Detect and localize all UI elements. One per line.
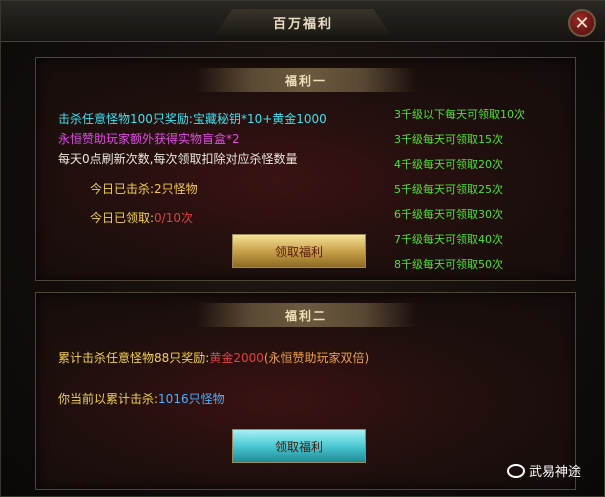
welfare-window: 百万福利 ✕ 福利一 击杀任意怪物100只奖励:宝藏秘钥*10+黄金1000 永… xyxy=(0,0,605,497)
current-kill-value: 1016只怪物 xyxy=(158,392,225,406)
cumulative-label: 累计击杀任意怪物88只奖励: xyxy=(58,351,210,365)
tier-item: 8千级每天可领取50次 xyxy=(394,258,503,271)
panel-two-title: 福利二 xyxy=(284,309,327,323)
cumulative-extra: (永恒赞助玩家双倍) xyxy=(263,351,370,365)
tier-item: 5千级每天可领取25次 xyxy=(394,183,503,196)
tier-item: 4千级每天可领取20次 xyxy=(394,158,503,171)
close-icon[interactable]: ✕ xyxy=(574,13,589,34)
tier-item: 7千级每天可领取40次 xyxy=(394,233,503,246)
claimed-today: 今日已领取:0/10次 xyxy=(90,209,193,226)
reward-line-sponsor: 永恒赞助玩家额外获得实物盲盒*2 xyxy=(58,132,240,146)
panel-one-header: 福利一 xyxy=(196,68,416,92)
current-kill-label: 你当前以累计击杀: xyxy=(58,392,159,406)
title-bar: 百万福利 ✕ xyxy=(1,1,605,42)
reward-line-kill: 击杀任意怪物100只奖励:宝藏秘钥*10+黄金1000 xyxy=(58,112,327,126)
welfare-panel-one: 福利一 击杀任意怪物100只奖励:宝藏秘钥*10+黄金1000 永恒赞助玩家额外… xyxy=(35,57,576,281)
tier-item: 3千级每天可领取15次 xyxy=(394,133,503,146)
claim-welfare-two-button[interactable]: 领取福利 xyxy=(232,429,366,463)
close-button[interactable]: ✕ xyxy=(568,9,596,37)
claim-welfare-one-button[interactable]: 领取福利 xyxy=(232,234,366,268)
panel-one-title: 福利一 xyxy=(284,74,327,88)
window-title: 百万福利 xyxy=(272,17,333,32)
welfare-panel-two: 福利二 累计击杀任意怪物88只奖励:黄金2000(永恒赞助玩家双倍) 你当前以累… xyxy=(35,292,576,490)
killed-today-label: 今日已击杀: xyxy=(90,182,155,196)
claimed-today-value: 0/10次 xyxy=(154,211,193,225)
cumulative-reward-line: 累计击杀任意怪物88只奖励:黄金2000(永恒赞助玩家双倍) xyxy=(58,349,369,366)
watermark-text: 武易神途 xyxy=(529,465,582,480)
tier-item: 6千级每天可领取30次 xyxy=(394,208,503,221)
tier-item: 3千级以下每天可领取10次 xyxy=(394,108,525,121)
claimed-today-label: 今日已领取: xyxy=(90,211,155,225)
watermark: 武易神途 xyxy=(507,461,581,480)
panel-two-header: 福利二 xyxy=(196,303,416,327)
current-kill-line: 你当前以累计击杀:1016只怪物 xyxy=(58,390,225,407)
killed-today: 今日已击杀:2只怪物 xyxy=(90,180,198,197)
cumulative-reward: 黄金2000 xyxy=(209,351,264,365)
reward-line-refresh: 每天0点刷新次数,每次领取扣除对应杀怪数量 xyxy=(58,152,298,166)
killed-today-value: 2只怪物 xyxy=(154,182,198,196)
wechat-icon xyxy=(507,463,525,478)
